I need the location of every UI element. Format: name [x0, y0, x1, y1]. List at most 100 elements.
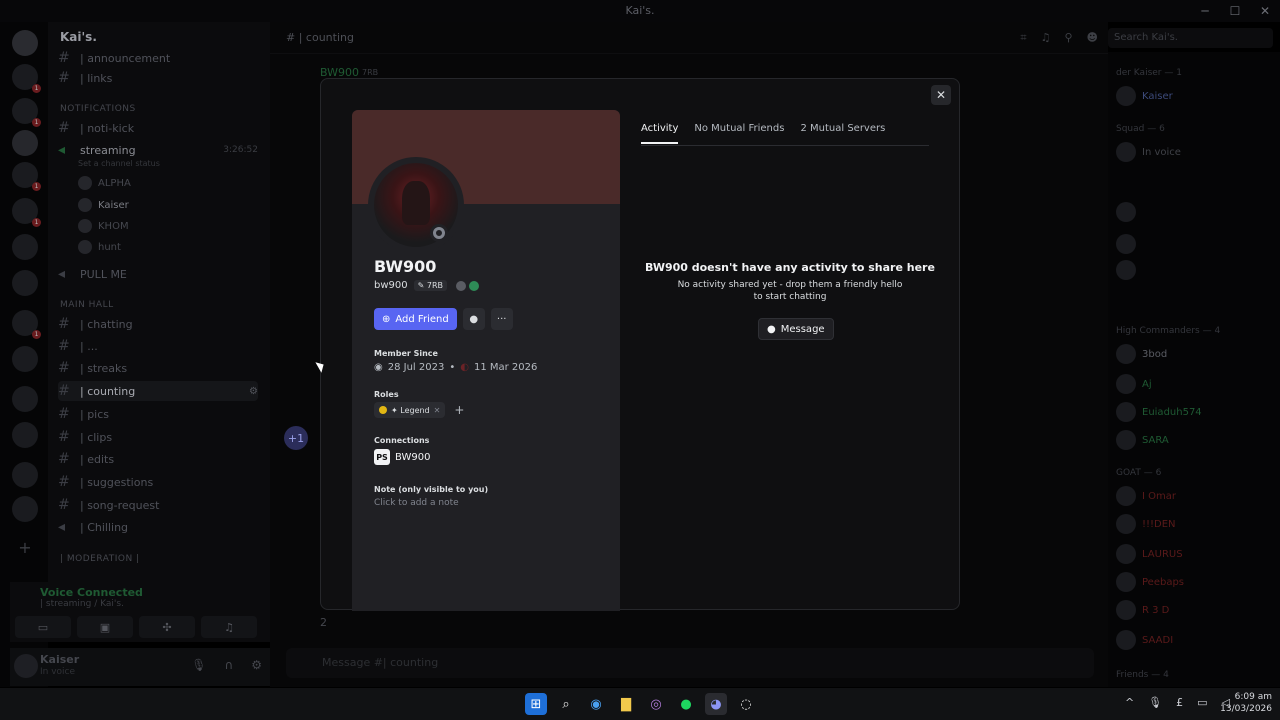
- member-item[interactable]: I Omar: [1116, 486, 1276, 506]
- language-indicator[interactable]: £: [1176, 696, 1183, 709]
- voice-user[interactable]: KHOM: [78, 219, 129, 233]
- channel-links[interactable]: # | links: [58, 68, 258, 88]
- microphone-icon[interactable]: 🎙: [191, 658, 206, 672]
- members-icon[interactable]: ☻: [1087, 31, 1098, 45]
- headphones-icon[interactable]: ∩: [224, 658, 233, 672]
- member-item[interactable]: LAURUS: [1116, 544, 1276, 564]
- server-icon[interactable]: [12, 270, 38, 296]
- connection-item[interactable]: PS BW900: [374, 449, 430, 465]
- avatar[interactable]: [14, 654, 38, 678]
- channel-noti-kick[interactable]: # | noti-kick: [58, 118, 258, 138]
- search-input[interactable]: Search Kai's.: [1108, 28, 1273, 48]
- member-item[interactable]: [1116, 202, 1276, 222]
- member-item[interactable]: !!!DEN: [1116, 514, 1276, 534]
- voice-user[interactable]: ALPHA: [78, 176, 131, 190]
- clan-tag[interactable]: ✎ 7RB: [413, 280, 448, 291]
- add-friend-button[interactable]: ⊕ Add Friend: [374, 308, 457, 330]
- voice-status[interactable]: Voice Connected: [40, 586, 143, 599]
- voice-user[interactable]: Kaiser: [78, 198, 129, 212]
- server-icon[interactable]: 1: [12, 98, 41, 127]
- send-message-button[interactable]: ● Message: [758, 318, 834, 340]
- category-moderation[interactable]: | MODERATION |: [60, 554, 140, 564]
- tab-mutual-servers[interactable]: 2 Mutual Servers: [800, 123, 885, 144]
- add-server-icon[interactable]: +: [12, 534, 38, 560]
- network-icon[interactable]: ▭: [1197, 696, 1207, 709]
- discord-home-icon[interactable]: [12, 30, 38, 56]
- member-item[interactable]: R 3 D: [1116, 600, 1276, 620]
- note-input[interactable]: Click to add a note: [374, 498, 459, 508]
- camera-icon[interactable]: ▭: [15, 616, 71, 638]
- badge-icon[interactable]: [456, 280, 467, 291]
- server-icon[interactable]: [12, 130, 38, 156]
- channel-pics[interactable]: # | pics: [58, 404, 258, 424]
- member-item[interactable]: Peebaps: [1116, 572, 1276, 592]
- member-item[interactable]: [1116, 234, 1276, 254]
- user-name[interactable]: Kaiser: [40, 653, 79, 666]
- voice-channel[interactable]: | streaming / Kai's.: [40, 599, 124, 609]
- channel-suggestions[interactable]: # | suggestions: [58, 472, 258, 492]
- pin-icon[interactable]: ⚲: [1064, 31, 1072, 45]
- threads-icon[interactable]: ⌗: [1020, 31, 1026, 45]
- channel-item[interactable]: # | ...: [58, 336, 258, 356]
- channel-clips[interactable]: # | clips: [58, 427, 258, 447]
- server-icon[interactable]: [12, 496, 38, 522]
- member-item[interactable]: 3bod: [1116, 344, 1276, 364]
- role-pill[interactable]: ✦ Legend ✕: [374, 402, 446, 418]
- server-icon[interactable]: [12, 386, 38, 412]
- settings-icon[interactable]: ⚙: [249, 386, 258, 397]
- member-item[interactable]: Aj: [1116, 374, 1276, 394]
- member-item[interactable]: [1116, 260, 1276, 280]
- channel-chatting[interactable]: # | chatting: [58, 314, 258, 334]
- screen-share-icon[interactable]: ▣: [77, 616, 133, 638]
- message-input[interactable]: Message #| counting: [286, 648, 1094, 678]
- folder-icon[interactable]: ▇: [615, 693, 637, 715]
- server-icon[interactable]: 1: [12, 64, 41, 93]
- windows-start-icon[interactable]: ⊞: [525, 693, 547, 715]
- voice-user[interactable]: hunt: [78, 240, 121, 254]
- server-icon[interactable]: [12, 346, 38, 372]
- server-icon[interactable]: [12, 462, 38, 488]
- server-icon[interactable]: 1: [12, 162, 41, 191]
- tab-mutual-friends[interactable]: No Mutual Friends: [694, 123, 784, 144]
- channel-pull-me[interactable]: ◂ PULL ME: [58, 264, 258, 284]
- close-icon[interactable]: ✕: [931, 85, 951, 105]
- spotify-icon[interactable]: ●: [675, 693, 697, 715]
- chevron-up-icon[interactable]: ^: [1125, 696, 1134, 709]
- channel-edits[interactable]: # | edits: [58, 449, 258, 469]
- member-item[interactable]: Euiaduh574: [1116, 402, 1276, 422]
- app-icon[interactable]: ◌: [735, 693, 757, 715]
- app-icon[interactable]: ◎: [645, 693, 667, 715]
- channel-chilling[interactable]: ◂ | Chilling: [58, 517, 258, 537]
- activities-icon[interactable]: ✣: [139, 616, 195, 638]
- channel-counting[interactable]: # | counting ⚙: [58, 381, 258, 401]
- member-item[interactable]: In voice: [1116, 142, 1276, 162]
- add-role-icon[interactable]: +: [454, 403, 464, 417]
- server-icon[interactable]: [12, 422, 38, 448]
- soundboard-icon[interactable]: ♫: [201, 616, 257, 638]
- member-item[interactable]: Kaiser: [1116, 86, 1276, 106]
- category-main-hall[interactable]: MAIN HALL: [60, 300, 114, 310]
- channel-song-request[interactable]: # | song-request: [58, 495, 258, 515]
- badge-icon[interactable]: [469, 280, 480, 291]
- gear-icon[interactable]: ⚙: [251, 658, 262, 672]
- minimize-icon[interactable]: ─: [1190, 0, 1220, 22]
- close-window-icon[interactable]: ✕: [1250, 0, 1280, 22]
- server-icon[interactable]: 1: [12, 310, 41, 339]
- profile-avatar[interactable]: [368, 157, 464, 253]
- discord-icon[interactable]: ◕: [705, 693, 727, 715]
- member-item[interactable]: SARA: [1116, 430, 1276, 450]
- channel-streaks[interactable]: # | streaks: [58, 358, 258, 378]
- browser-icon[interactable]: ◉: [585, 693, 607, 715]
- message-button[interactable]: ●: [462, 308, 485, 330]
- search-icon[interactable]: ⌕: [555, 693, 577, 715]
- channel-streaming[interactable]: ◂ streaming 3:26:52: [58, 140, 258, 160]
- category-notifications[interactable]: NOTIFICATIONS: [60, 104, 136, 114]
- channel-status[interactable]: Set a channel status: [78, 159, 160, 168]
- tab-activity[interactable]: Activity: [641, 123, 679, 144]
- maximize-icon[interactable]: ☐: [1220, 0, 1250, 22]
- bell-icon[interactable]: ♫: [1041, 31, 1051, 45]
- system-clock[interactable]: 6:09 am 13/03/2026: [1220, 691, 1272, 715]
- microphone-icon[interactable]: 🎙: [1148, 696, 1162, 709]
- member-item[interactable]: SAADI: [1116, 630, 1276, 650]
- server-icon[interactable]: [12, 234, 38, 260]
